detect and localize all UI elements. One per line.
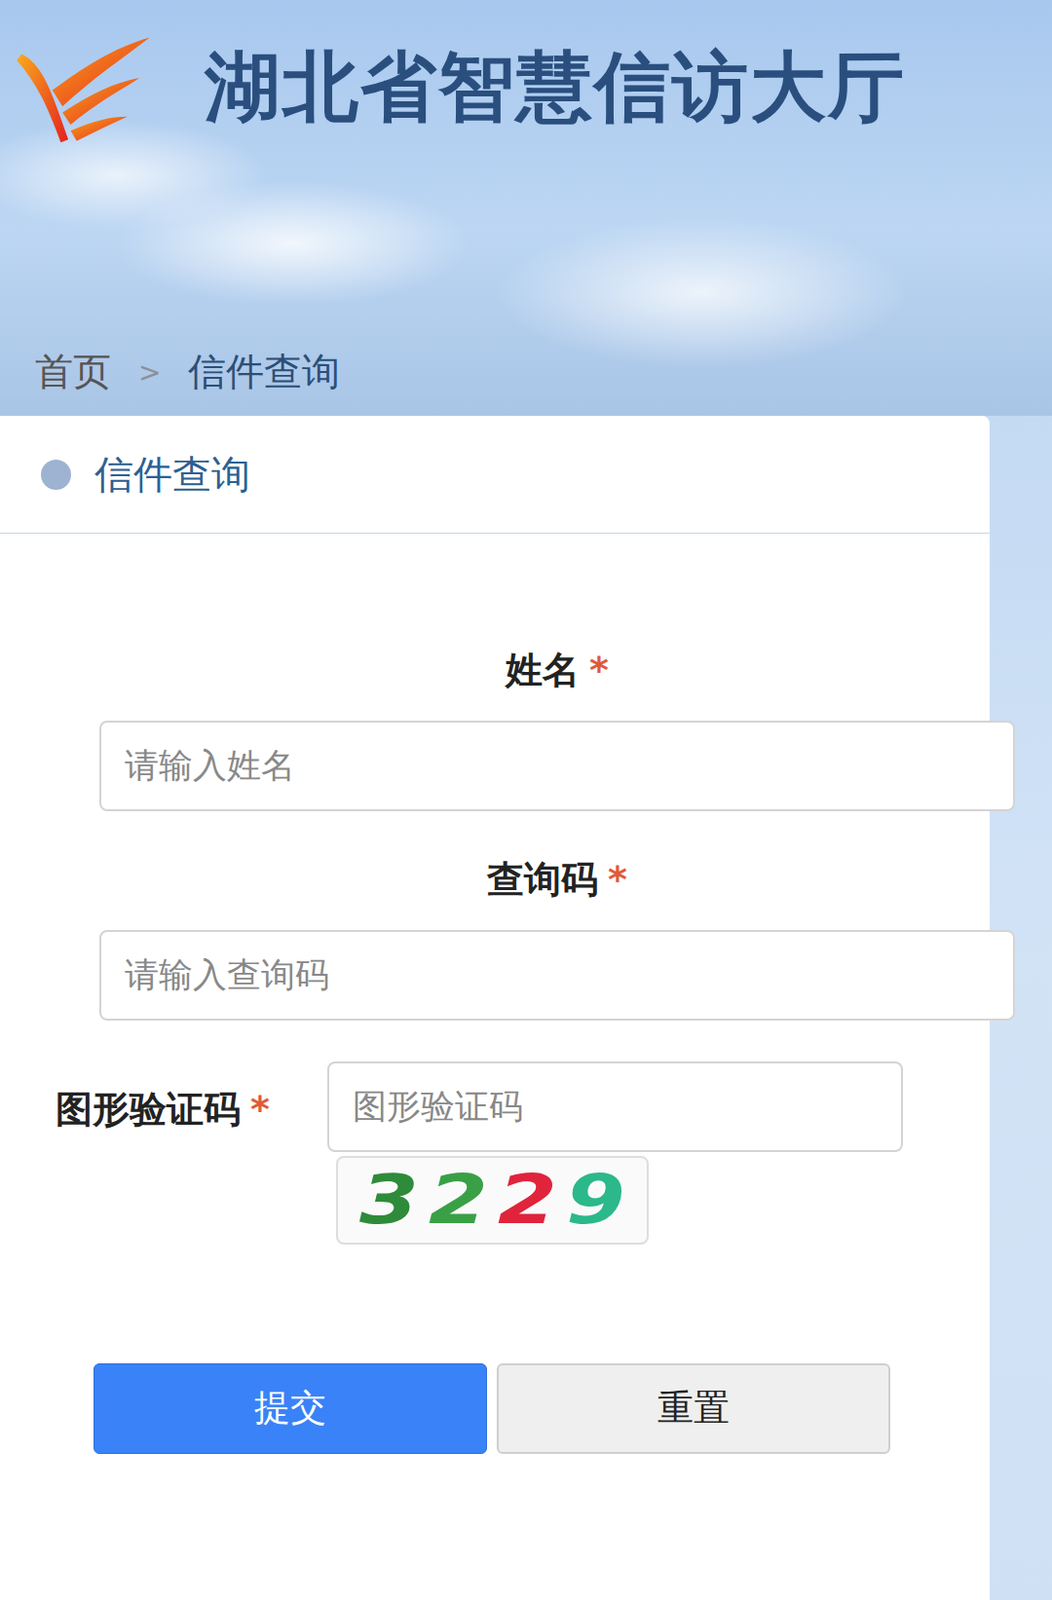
banner: 湖北省智慧信访大厅首页 > 信件查询 bbox=[0, 0, 1052, 416]
required-mark: * bbox=[250, 1088, 270, 1131]
panel-title: 信件查询 bbox=[94, 448, 251, 502]
phoenix-logo-icon bbox=[9, 27, 156, 150]
form-field: 查询码* bbox=[99, 860, 1015, 1021]
required-mark: * bbox=[589, 648, 609, 692]
captcha-digit: 2 bbox=[496, 1165, 557, 1235]
form-field: 姓名* bbox=[99, 650, 1015, 812]
captcha-input[interactable] bbox=[327, 1061, 903, 1153]
page: 湖北省智慧信访大厅首页>信件查询信件查询姓名*查询码*图形验证码*3229提交重… bbox=[0, 0, 1052, 1600]
text-input[interactable] bbox=[99, 720, 1015, 812]
required-mark: * bbox=[607, 858, 628, 902]
form-actions: 提交重置 bbox=[93, 1363, 990, 1455]
breadcrumb: 首页 > 信件查询 bbox=[0, 345, 1052, 416]
dot-icon bbox=[40, 459, 72, 490]
captcha-field: 图形验证码*3229 bbox=[55, 1061, 990, 1245]
reset-button[interactable]: 重置 bbox=[496, 1363, 891, 1455]
captcha-digit: 9 bbox=[565, 1165, 626, 1235]
breadcrumb-item[interactable]: 首页 bbox=[35, 345, 112, 399]
captcha-digit: 3 bbox=[359, 1165, 419, 1235]
query-form: 姓名*查询码*图形验证码*3229提交重置 bbox=[0, 533, 990, 1513]
captcha-image[interactable]: 3229 bbox=[336, 1156, 649, 1245]
captcha-digit: 2 bbox=[428, 1165, 489, 1235]
breadcrumb-separator: > bbox=[138, 356, 161, 389]
query-panel: 信件查询姓名*查询码*图形验证码*3229提交重置 bbox=[0, 415, 990, 1600]
breadcrumb-item[interactable]: 信件查询 bbox=[187, 345, 340, 399]
captcha-column: 3229 bbox=[327, 1061, 903, 1245]
field-label: 查询码* bbox=[99, 860, 1015, 902]
field-label: 姓名* bbox=[99, 650, 1015, 692]
captcha-label: 图形验证码* bbox=[55, 1061, 328, 1135]
site-title: 湖北省智慧信访大厅 bbox=[204, 37, 906, 140]
text-input[interactable] bbox=[99, 930, 1015, 1021]
submit-button[interactable]: 提交 bbox=[93, 1363, 488, 1455]
panel-header: 信件查询 bbox=[0, 415, 990, 534]
brand: 湖北省智慧信访大厅 bbox=[0, 0, 1052, 150]
